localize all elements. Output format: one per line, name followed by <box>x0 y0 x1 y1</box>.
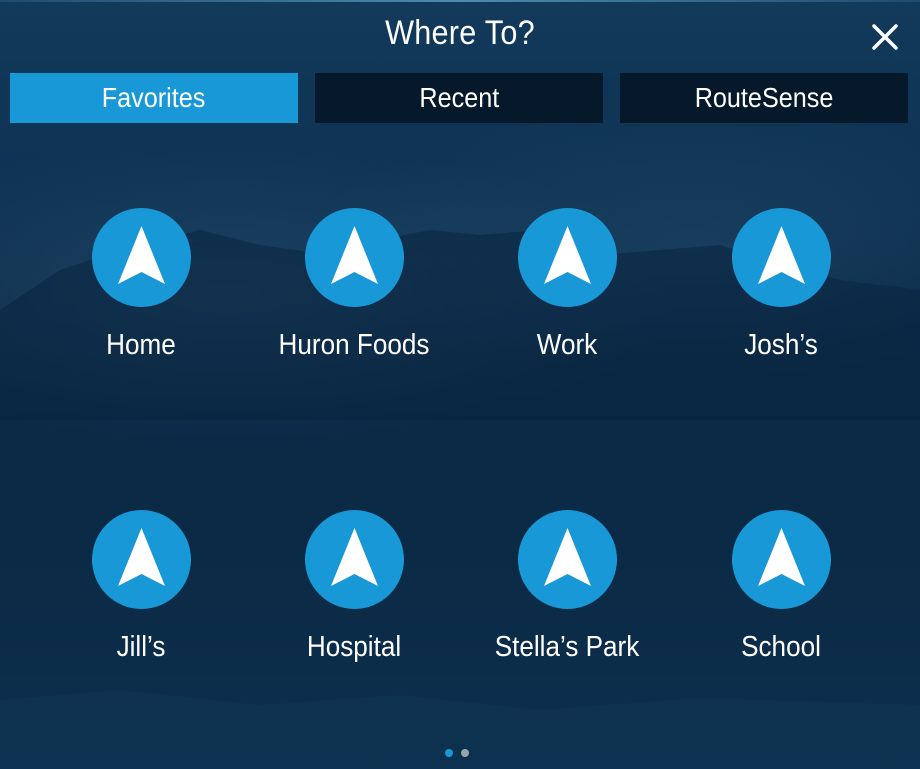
favorite-item[interactable]: Stella’s Park <box>467 510 667 664</box>
navigation-arrow-icon <box>543 226 591 284</box>
tab-recent[interactable]: Recent <box>315 73 603 123</box>
favorite-label: Hospital <box>306 631 402 663</box>
favorite-label: Huron Foods <box>278 329 430 361</box>
page-title: Where To? <box>385 14 535 52</box>
favorite-item[interactable]: Huron Foods <box>254 208 454 362</box>
favorite-label: Jill’s <box>116 631 166 663</box>
favorite-label: School <box>741 631 821 663</box>
favorite-label: Home <box>106 329 176 361</box>
close-button[interactable] <box>868 20 902 54</box>
favorite-icon-circle <box>731 510 831 609</box>
page-dot[interactable] <box>461 749 469 757</box>
favorite-label: Stella’s Park <box>494 631 640 663</box>
navigation-arrow-icon <box>543 528 591 586</box>
favorite-icon-circle <box>517 208 617 307</box>
favorite-icon-circle <box>304 510 404 609</box>
favorite-item[interactable]: Josh’s <box>681 208 881 362</box>
tab-routesense[interactable]: RouteSense <box>620 73 908 123</box>
favorite-icon-circle <box>91 208 191 307</box>
navigation-arrow-icon <box>117 528 165 586</box>
page-indicator <box>0 749 920 757</box>
top-accent-line <box>0 0 920 2</box>
navigation-arrow-icon <box>757 226 805 284</box>
favorite-label: Work <box>536 329 598 361</box>
favorite-label: Josh’s <box>744 329 818 361</box>
tab-label: RouteSense <box>694 82 834 113</box>
tab-label: Recent <box>419 82 499 113</box>
favorite-item[interactable]: Work <box>467 208 667 362</box>
favorite-icon-circle <box>91 510 191 609</box>
favorite-icon-circle <box>304 208 404 307</box>
navigation-arrow-icon <box>757 528 805 586</box>
navigation-arrow-icon <box>330 226 378 284</box>
tab-label: Favorites <box>102 82 206 113</box>
tab-favorites[interactable]: Favorites <box>10 73 298 123</box>
navigation-arrow-icon <box>330 528 378 586</box>
tab-bar: Favorites Recent RouteSense <box>10 73 908 123</box>
favorite-item[interactable]: Jill’s <box>41 510 241 664</box>
favorite-item[interactable]: Home <box>41 208 241 362</box>
navigation-arrow-icon <box>117 226 165 284</box>
favorite-icon-circle <box>731 208 831 307</box>
close-icon <box>872 24 898 50</box>
page-dot-active[interactable] <box>445 749 453 757</box>
favorite-item[interactable]: Hospital <box>254 510 454 664</box>
favorite-item[interactable]: School <box>681 510 881 664</box>
favorite-icon-circle <box>517 510 617 609</box>
